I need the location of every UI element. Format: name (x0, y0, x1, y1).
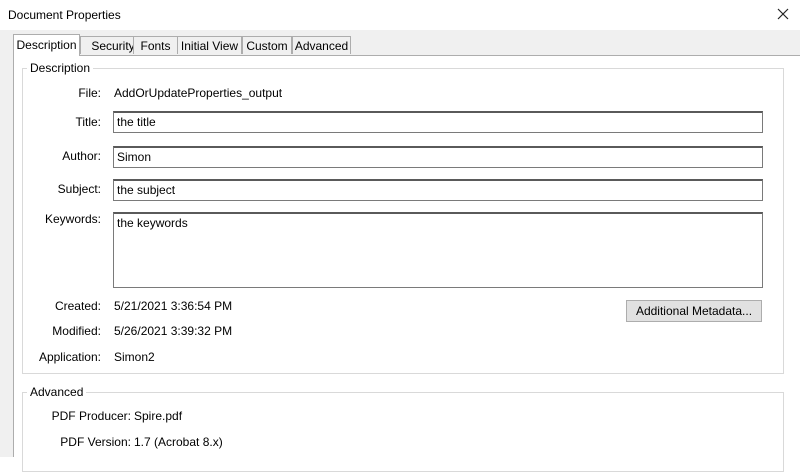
pdf-producer-label: PDF Producer: (51, 409, 131, 423)
subject-field[interactable]: the subject (113, 179, 763, 201)
file-label: File: (78, 86, 101, 100)
close-icon[interactable] (774, 5, 792, 23)
pdf-version-value: 1.7 (Acrobat 8.x) (134, 435, 223, 449)
tab-description[interactable]: Description (13, 34, 80, 56)
title-field[interactable]: the title (113, 111, 763, 133)
title-label: Title: (75, 115, 101, 129)
created-value: 5/21/2021 3:36:54 PM (114, 299, 233, 313)
file-value: AddOrUpdateProperties_output (114, 86, 283, 100)
tab-advanced[interactable]: Advanced (292, 36, 351, 54)
description-group: Description File: AddOrUpdateProperties_… (22, 61, 784, 374)
application-value: Simon2 (114, 350, 155, 364)
tab-fonts[interactable]: Fonts (133, 36, 178, 54)
pdf-version-label: PDF Version: (60, 435, 131, 449)
description-legend: Description (27, 61, 94, 75)
document-properties-dialog: Document Properties Description Security… (0, 0, 800, 472)
keywords-label: Keywords: (44, 212, 101, 226)
advanced-group: Advanced PDF Producer: Spire.pdf PDF Ver… (22, 385, 784, 472)
modified-value: 5/26/2021 3:39:32 PM (114, 324, 233, 338)
pdf-producer-value: Spire.pdf (134, 409, 183, 423)
keywords-field[interactable]: the keywords (113, 212, 763, 288)
advanced-legend: Advanced (27, 385, 87, 399)
subject-label: Subject: (57, 182, 101, 196)
author-label: Author: (62, 149, 101, 163)
tab-custom[interactable]: Custom (242, 36, 292, 54)
window-title: Document Properties (8, 8, 121, 22)
modified-label: Modified: (52, 324, 101, 338)
created-label: Created: (54, 299, 101, 313)
tab-initial-view[interactable]: Initial View (177, 36, 242, 54)
application-label: Application: (38, 350, 101, 364)
description-panel: Description File: AddOrUpdateProperties_… (13, 55, 800, 472)
additional-metadata-button[interactable]: Additional Metadata... (626, 300, 762, 322)
author-field[interactable]: Simon (113, 146, 763, 168)
title-bar: Document Properties (0, 0, 800, 30)
